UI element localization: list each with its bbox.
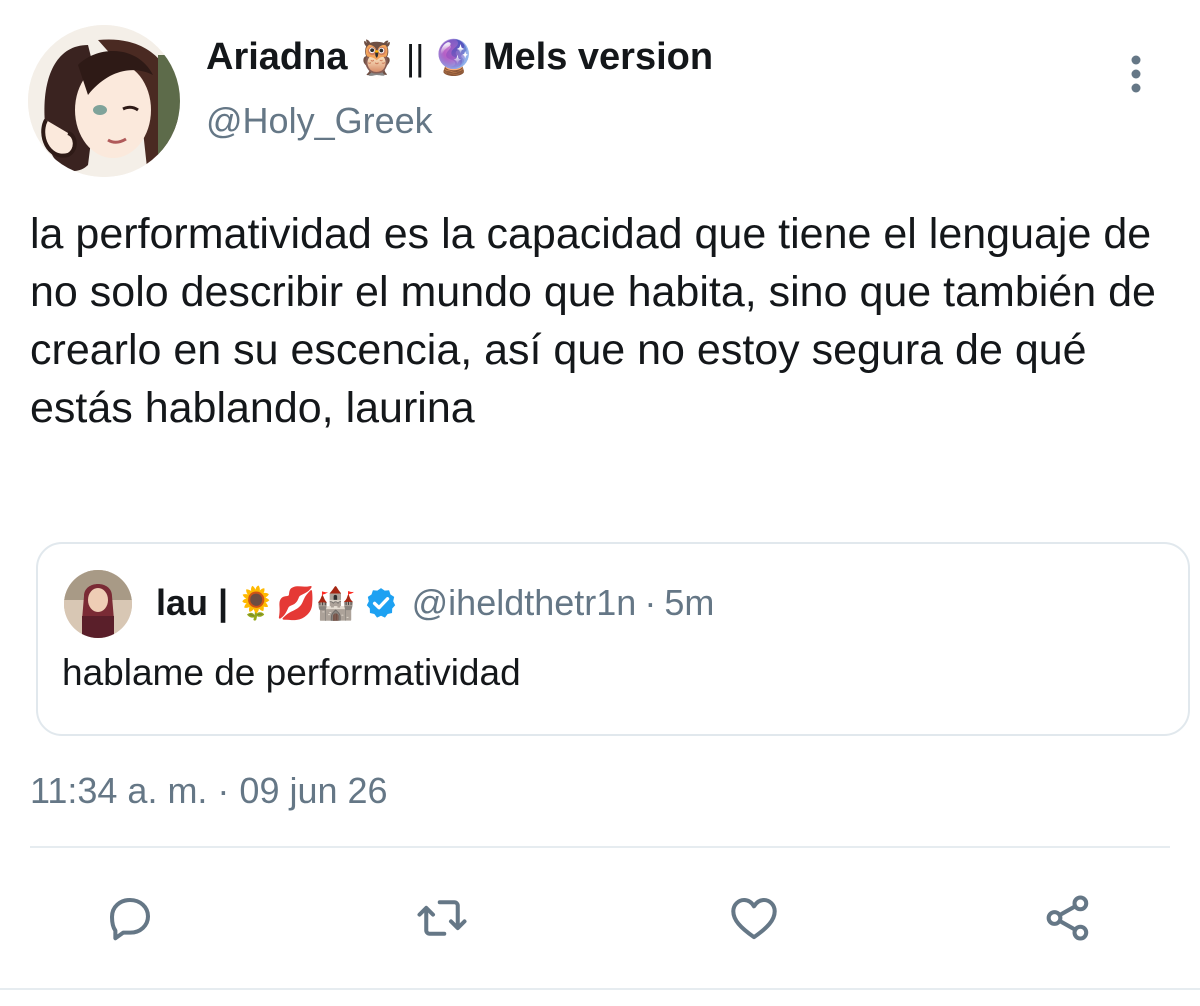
more-vertical-icon (1131, 55, 1141, 93)
actions-divider (30, 846, 1170, 848)
quoted-tweet-card[interactable]: lau | 🌻💋🏰 @iheldthetr1n · 5m hablame de … (36, 542, 1190, 736)
reply-icon (109, 897, 151, 941)
retweet-button[interactable] (410, 886, 474, 950)
tweet-timestamp[interactable]: 11:34 a. m. · 09 jun 26 (30, 770, 388, 812)
quoted-tweet-text: hablame de performatividad (62, 652, 521, 693)
author-name-row[interactable]: Ariadna 🦉 || 🔮 Mels version (206, 36, 713, 79)
quoted-author-name: lau | (156, 582, 229, 623)
quoted-author-avatar (64, 570, 132, 638)
author-separator: || (405, 36, 425, 78)
reply-button[interactable] (98, 886, 162, 950)
author-avatar-image (28, 25, 180, 177)
bottom-divider (0, 988, 1200, 990)
quoted-time: 5m (664, 582, 715, 623)
author-handle[interactable]: @Holy_Greek (206, 100, 433, 142)
verified-badge-icon (366, 588, 395, 618)
like-button[interactable] (722, 886, 786, 950)
crystal-ball-emoji: 🔮 (432, 38, 475, 77)
quoted-avatar-image (64, 570, 132, 638)
owl-emoji: 🦉 (355, 38, 398, 77)
heart-icon (731, 897, 777, 940)
quoted-header: lau | 🌻💋🏰 @iheldthetr1n · 5m (156, 582, 714, 624)
more-options-button[interactable] (1118, 52, 1154, 96)
share-icon (1046, 895, 1089, 941)
tweet-text: la performatividad es la capacidad que t… (30, 210, 1156, 432)
author-name-suffix: Mels version (482, 36, 714, 78)
quoted-author-handle: @iheldthetr1n (411, 582, 637, 623)
author-name: Ariadna (206, 36, 348, 78)
share-button[interactable] (1036, 886, 1100, 950)
quoted-separator-dot: · (644, 582, 657, 623)
author-avatar[interactable] (28, 25, 180, 177)
quoted-author-emojis: 🌻💋🏰 (236, 585, 356, 621)
retweet-icon (417, 900, 467, 936)
